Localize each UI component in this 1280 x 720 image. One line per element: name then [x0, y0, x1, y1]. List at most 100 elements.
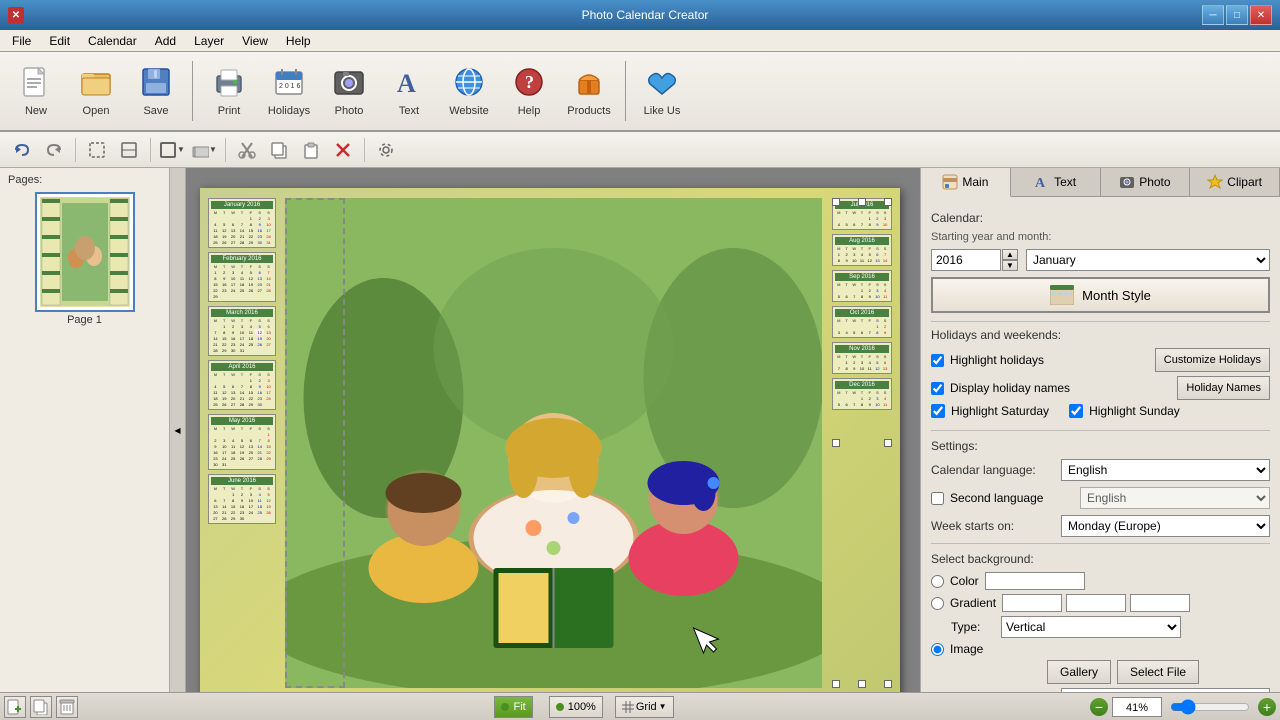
resize-button[interactable] — [115, 137, 143, 163]
year-input-group: ▲ ▼ — [931, 249, 1018, 271]
canvas-scroll-left[interactable]: ◀ — [170, 168, 186, 692]
photo-area[interactable] — [285, 198, 822, 688]
pages-title: Pages: — [4, 172, 165, 188]
products-button[interactable]: Products — [561, 56, 617, 126]
week-starts-select[interactable]: Monday (Europe) Sunday (US) Saturday — [1061, 515, 1270, 537]
save-button[interactable]: Save — [128, 56, 184, 126]
color-radio[interactable] — [931, 575, 944, 588]
zoom-minus-button[interactable]: − — [1090, 698, 1108, 716]
paste-button[interactable] — [297, 137, 325, 163]
add-page-button[interactable] — [4, 696, 26, 718]
gradient-color-3[interactable] — [1130, 594, 1190, 612]
calendar-section-label: Calendar: — [931, 211, 1270, 225]
print-button[interactable]: Print — [201, 56, 257, 126]
color-label: Color — [950, 574, 979, 588]
app-title: Photo Calendar Creator — [88, 8, 1202, 22]
right-panel: Main A Text Photo Clipart Calendar: Star… — [920, 168, 1280, 692]
calendar-language-select[interactable]: English French German Spanish — [1061, 459, 1270, 481]
year-field[interactable] — [931, 249, 1001, 271]
settings-button[interactable] — [372, 137, 400, 163]
toolbar2-sep-4 — [364, 138, 365, 162]
close-button[interactable]: ✕ — [1250, 5, 1272, 25]
cal-month-may: May 2016 MTWTFSS 1 2345678 9101112131415… — [208, 414, 276, 470]
fill-dropdown[interactable]: ▼ — [190, 137, 218, 163]
second-language-select[interactable]: English French German — [1080, 487, 1270, 509]
highlight-saturday-checkbox[interactable] — [931, 404, 945, 418]
photo-icon — [333, 66, 365, 103]
canvas-area[interactable]: ◀ January 2016 MTWTFSS 123 45678910 1112… — [170, 168, 920, 692]
menu-layer[interactable]: Layer — [186, 32, 232, 50]
menu-calendar[interactable]: Calendar — [80, 32, 145, 50]
page-thumb[interactable] — [35, 192, 135, 312]
gradient-color-2[interactable] — [1066, 594, 1126, 612]
grid-button[interactable]: Grid ▼ — [615, 696, 674, 718]
type-select[interactable]: Vertical Horizontal Diagonal — [1001, 616, 1181, 638]
help-button[interactable]: ? Help — [501, 56, 557, 126]
month-style-button[interactable]: Month Style — [931, 277, 1270, 313]
starting-year-label: Starting year and month: — [931, 231, 1270, 243]
cal-month-apr: April 2016 MTWTFSS 123 45678910 11121314… — [208, 360, 276, 410]
minimize-button[interactable]: ─ — [1202, 5, 1224, 25]
holidays-section-label: Holidays and weekends: — [931, 328, 1270, 342]
website-button[interactable]: Website — [441, 56, 497, 126]
menu-bar: File Edit Calendar Add Layer View Help — [0, 30, 1280, 52]
help-icon: ? — [513, 66, 545, 103]
photo-button[interactable]: Photo — [321, 56, 377, 126]
duplicate-page-button[interactable] — [30, 696, 52, 718]
text-button[interactable]: A Text — [381, 56, 437, 126]
menu-add[interactable]: Add — [147, 32, 184, 50]
background-section: Select background: Color Gradient — [931, 552, 1270, 692]
holidays-button[interactable]: 2 0 1 6 Holidays — [261, 56, 317, 126]
main-area: Pages: — [0, 168, 1280, 692]
second-language-checkbox[interactable] — [931, 492, 944, 505]
copy-button[interactable] — [265, 137, 293, 163]
likeus-button[interactable]: Like Us — [634, 56, 690, 126]
undo-button[interactable] — [8, 137, 36, 163]
menu-edit[interactable]: Edit — [41, 32, 78, 50]
gradient-color-1[interactable] — [1002, 594, 1062, 612]
image-radio[interactable] — [931, 643, 944, 656]
select-file-button[interactable]: Select File — [1117, 660, 1199, 684]
menu-view[interactable]: View — [234, 32, 276, 50]
gradient-option: Gradient — [931, 594, 1270, 612]
products-icon — [573, 66, 605, 103]
select-button[interactable] — [83, 137, 111, 163]
delete-page-button[interactable] — [56, 696, 78, 718]
year-up-button[interactable]: ▲ — [1002, 249, 1018, 260]
month-select[interactable]: January February March April May June Ju… — [1026, 249, 1270, 271]
menu-file[interactable]: File — [4, 32, 39, 50]
customize-holidays-button[interactable]: Customize Holidays — [1155, 348, 1270, 372]
zoom-100-button[interactable]: 100% — [549, 696, 603, 718]
highlight-sunday-label: Highlight Sunday — [1089, 404, 1180, 418]
tab-photo[interactable]: Photo — [1101, 168, 1191, 196]
alignment-select[interactable]: Fill Fit Center Tile Stretch — [1061, 688, 1270, 692]
tab-text[interactable]: A Text — [1011, 168, 1101, 196]
border-dropdown[interactable]: ▼ — [158, 137, 186, 163]
calendar-language-label: Calendar language: — [931, 463, 1061, 477]
highlight-holidays-checkbox[interactable] — [931, 354, 944, 367]
open-button[interactable]: Open — [68, 56, 124, 126]
toolbar-sep-2 — [625, 61, 626, 121]
redo-button[interactable] — [40, 137, 68, 163]
title-bar: ✕ Photo Calendar Creator ─ □ ✕ — [0, 0, 1280, 30]
holiday-names-button[interactable]: Holiday Names — [1177, 376, 1270, 400]
year-down-button[interactable]: ▼ — [1002, 260, 1018, 271]
gallery-button[interactable]: Gallery — [1047, 660, 1111, 684]
highlight-sunday-checkbox[interactable] — [1069, 404, 1083, 418]
delete-button[interactable] — [329, 137, 357, 163]
tab-main[interactable]: Main — [921, 168, 1011, 197]
maximize-button[interactable]: □ — [1226, 5, 1248, 25]
tab-clipart[interactable]: Clipart — [1190, 168, 1280, 196]
new-button[interactable]: New — [8, 56, 64, 126]
gradient-radio[interactable] — [931, 597, 944, 610]
year-month-row: ▲ ▼ January February March April May Jun… — [931, 249, 1270, 271]
zoom-slider[interactable] — [1170, 699, 1250, 715]
color-preview[interactable] — [985, 572, 1085, 590]
page-1-container[interactable]: Page 1 — [4, 192, 165, 326]
highlight-days-row: Highlight Saturday Highlight Sunday — [931, 404, 1270, 422]
menu-help[interactable]: Help — [278, 32, 319, 50]
display-holiday-names-checkbox[interactable] — [931, 382, 944, 395]
zoom-plus-button[interactable]: + — [1258, 698, 1276, 716]
cut-button[interactable] — [233, 137, 261, 163]
fit-button[interactable]: Fit — [494, 696, 532, 718]
